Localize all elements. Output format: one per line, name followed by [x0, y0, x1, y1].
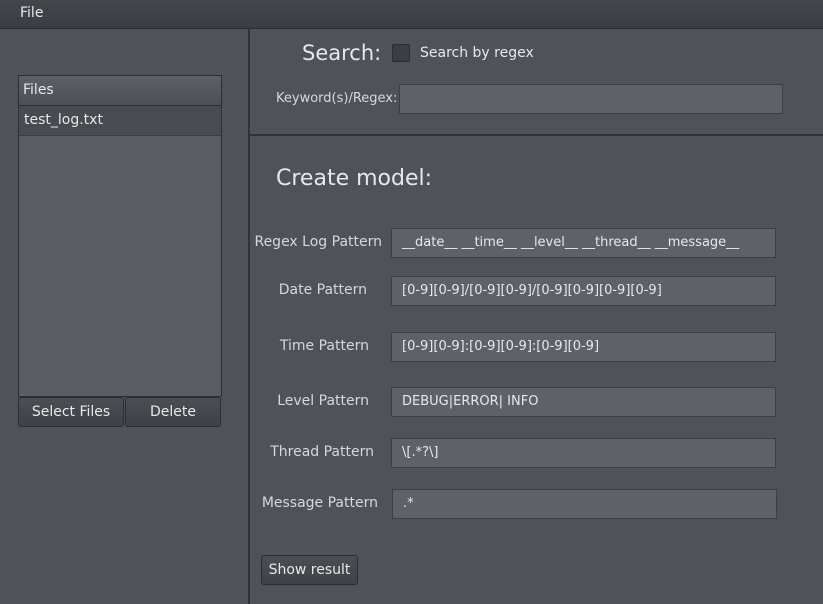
- thread-pattern-field[interactable]: \[.*?\]: [391, 438, 776, 468]
- keyword-input[interactable]: [399, 84, 783, 114]
- files-list-header[interactable]: Files: [19, 76, 221, 106]
- create-model-title: Create model:: [276, 166, 433, 191]
- files-list[interactable]: Files test_log.txt: [18, 75, 222, 397]
- thread-pattern-label: Thread Pattern: [270, 444, 374, 460]
- list-item[interactable]: test_log.txt: [19, 106, 221, 136]
- message-pattern-label: Message Pattern: [261, 495, 378, 511]
- time-pattern-field[interactable]: [0-9][0-9]:[0-9][0-9]:[0-9][0-9]: [391, 332, 776, 362]
- level-pattern-label: Level Pattern: [277, 393, 369, 409]
- select-files-button[interactable]: Select Files: [18, 397, 124, 427]
- time-pattern-label: Time Pattern: [279, 338, 369, 354]
- search-title: Search:: [302, 41, 382, 65]
- menu-bar: File: [0, 0, 823, 29]
- show-result-button[interactable]: Show result: [261, 555, 358, 585]
- regex-checkbox-label[interactable]: Search by regex: [420, 45, 534, 61]
- keyword-label: Keyword(s)/Regex:: [276, 91, 398, 106]
- menu-file[interactable]: File: [20, 5, 43, 21]
- horizontal-splitter[interactable]: [250, 134, 823, 136]
- regex-log-pattern-label: Regex Log Pattern: [254, 234, 382, 250]
- regex-checkbox[interactable]: [392, 44, 410, 62]
- level-pattern-field[interactable]: DEBUG|ERROR| INFO: [391, 387, 776, 417]
- message-pattern-field[interactable]: .*: [392, 489, 777, 519]
- regex-log-pattern-field[interactable]: __date__ __time__ __level__ __thread__ _…: [391, 228, 776, 258]
- date-pattern-field[interactable]: [0-9][0-9]/[0-9][0-9]/[0-9][0-9][0-9][0-…: [391, 276, 776, 306]
- delete-button[interactable]: Delete: [125, 397, 221, 427]
- date-pattern-label: Date Pattern: [278, 282, 367, 298]
